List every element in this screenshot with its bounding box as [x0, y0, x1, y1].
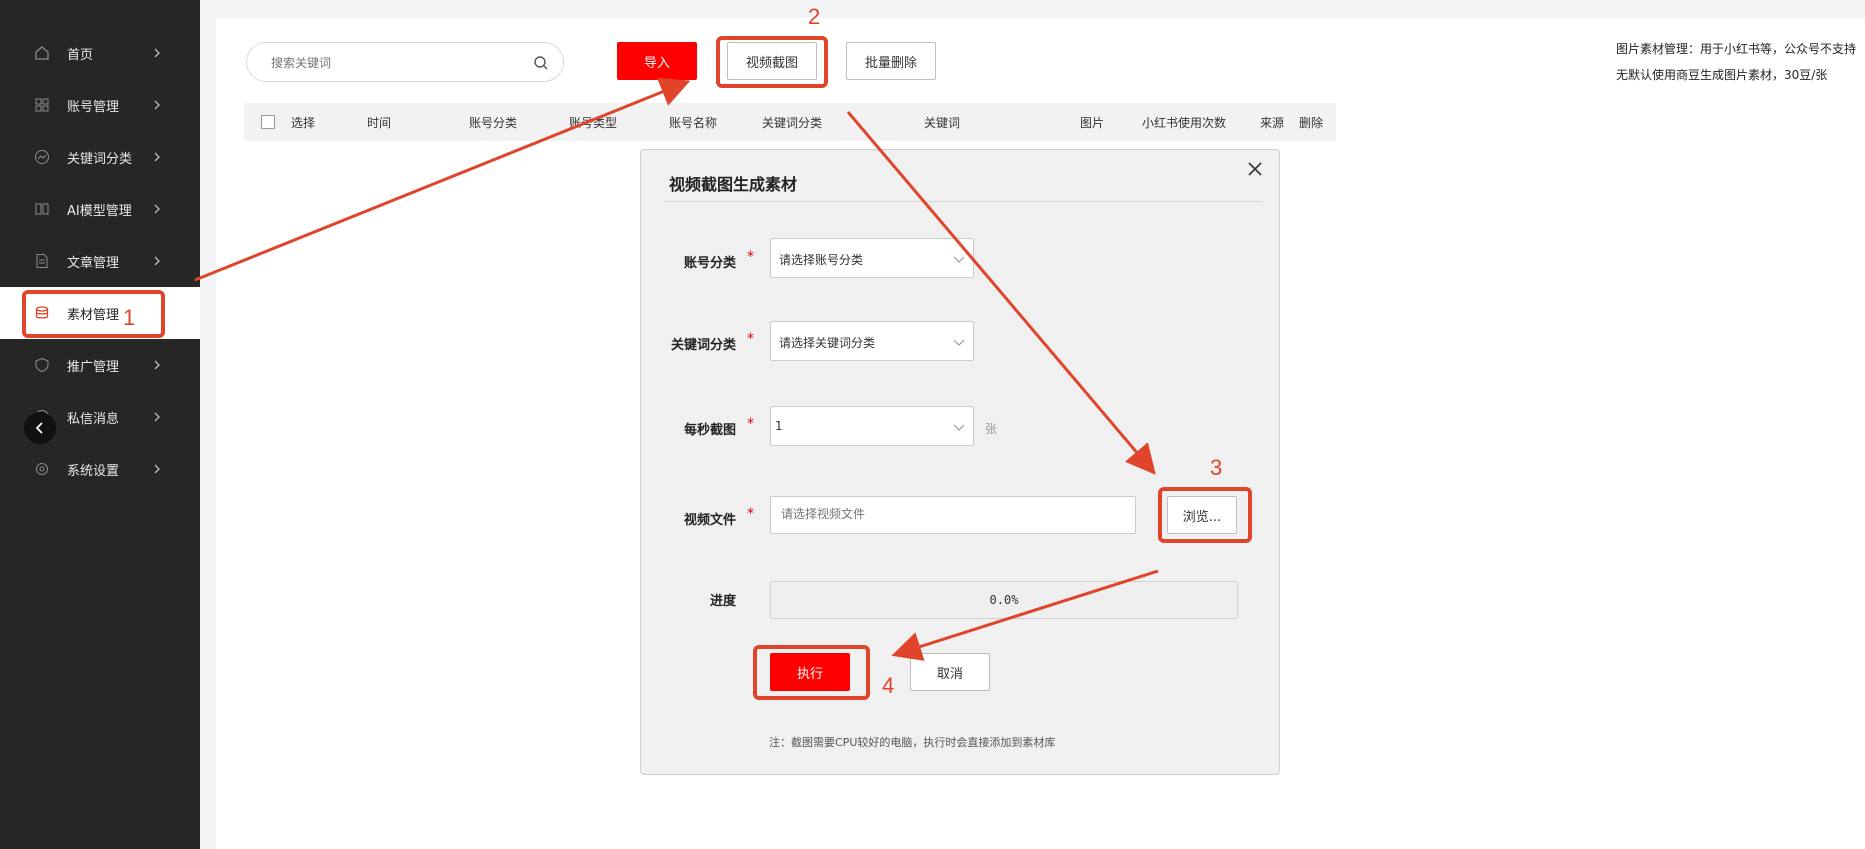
video-file-field[interactable]: [770, 496, 1136, 534]
chevron-left-icon: [35, 422, 43, 434]
account-category-label: 账号分类: [683, 256, 736, 271]
sidebar-item-accounts[interactable]: 账号管理: [0, 79, 200, 131]
dialog-note: 注：截图需要CPU较好的电脑，执行时会直接添加到素材库: [769, 736, 1056, 749]
collapse-sidebar-button[interactable]: [24, 412, 56, 444]
search-icon[interactable]: [533, 55, 549, 71]
sidebar-item-label: 系统设置: [67, 463, 120, 479]
sidebar-item-articles[interactable]: 文章管理: [0, 235, 200, 287]
search-box[interactable]: [246, 42, 564, 82]
column-header: 时间: [367, 116, 392, 130]
annotation-number-step3: 3: [1210, 455, 1223, 480]
sidebar-item-home[interactable]: 首页: [0, 27, 200, 79]
column-header: 关键词分类: [762, 116, 823, 130]
chevron-right-icon: [154, 256, 160, 266]
video-file-label: 视频文件: [683, 513, 736, 528]
annotation-box-step2: [716, 36, 828, 88]
progress-bar: 0.0%: [770, 581, 1238, 619]
document-icon: [33, 252, 51, 270]
annotation-number-step4: 4: [882, 673, 895, 698]
required-mark: *: [747, 249, 754, 265]
chevron-down-icon: [953, 339, 965, 346]
column-header: 账号名称: [669, 116, 718, 130]
chevron-right-icon: [154, 152, 160, 162]
progress-text: 0.0%: [989, 593, 1019, 607]
per-second-unit: 张: [985, 422, 998, 436]
annotation-number-step2: 2: [808, 4, 821, 29]
column-header: 小红书使用次数: [1142, 116, 1227, 130]
required-mark: *: [747, 416, 754, 432]
chevron-right-icon: [154, 360, 160, 370]
sidebar-item-promotion[interactable]: 推广管理: [0, 339, 200, 391]
chevron-right-icon: [154, 204, 160, 214]
column-header: 来源: [1260, 116, 1285, 130]
home-icon: [33, 44, 51, 62]
help-text-line1: 图片素材管理：用于小红书等，公众号不支持: [1616, 42, 1857, 56]
close-icon[interactable]: [1246, 160, 1264, 178]
sidebar-item-keyword-category[interactable]: 关键词分类: [0, 131, 200, 183]
per-second-select[interactable]: 1: [770, 406, 974, 446]
help-text-line2: 无默认使用商豆生成图片素材，30豆/张: [1616, 68, 1828, 82]
column-header: 图片: [1080, 116, 1105, 130]
sidebar-item-ai-models[interactable]: AI模型管理: [0, 183, 200, 235]
batch-delete-button[interactable]: 批量删除: [846, 42, 936, 80]
cancel-button[interactable]: 取消: [910, 653, 990, 691]
sidebar-item-label: 私信消息: [67, 411, 120, 427]
gear-icon: [33, 460, 51, 478]
search-input[interactable]: [271, 52, 521, 74]
column-header: 账号分类: [469, 116, 518, 130]
select-all-checkbox[interactable]: [261, 115, 275, 129]
book-icon: [33, 200, 51, 218]
sidebar-item-label: 文章管理: [67, 255, 120, 271]
keyword-category-select[interactable]: 请选择关键词分类: [770, 321, 974, 361]
chevron-down-icon: [953, 256, 965, 263]
import-button[interactable]: 导入: [617, 42, 697, 80]
chevron-right-icon: [154, 48, 160, 58]
chevron-right-icon: [154, 100, 160, 110]
required-mark: *: [747, 506, 754, 522]
column-header: 选择: [291, 116, 316, 130]
progress-label: 进度: [709, 594, 736, 609]
account-category-select[interactable]: 请选择账号分类: [770, 238, 974, 278]
per-second-label: 每秒截图: [683, 423, 736, 438]
trend-icon: [33, 148, 51, 166]
column-header: 账号类型: [569, 116, 618, 130]
sidebar-item-settings[interactable]: 系统设置: [0, 443, 200, 495]
annotation-number-step1: 1: [123, 305, 136, 330]
column-header: 关键词: [924, 116, 961, 130]
sidebar-item-label: 首页: [67, 47, 94, 63]
per-second-value: 1: [775, 419, 783, 433]
divider: [664, 201, 1262, 202]
account-category-value: 请选择账号分类: [779, 253, 864, 267]
shield-icon: [33, 356, 51, 374]
sidebar-item-label: 关键词分类: [67, 151, 133, 167]
keyword-category-label: 关键词分类: [670, 338, 736, 353]
sidebar: 首页 账号管理 关键词分类 AI模型管理 文章管理 素材管理 推广管理 私信消息…: [0, 0, 200, 849]
column-header: 删除: [1299, 116, 1324, 130]
table-header: 选择 时间 账号分类 账号类型 账号名称 关键词分类 关键词 图片 小红书使用次…: [244, 103, 1336, 141]
chevron-right-icon: [154, 412, 160, 422]
chevron-down-icon: [953, 424, 965, 431]
video-file-input[interactable]: [781, 507, 1111, 521]
annotation-box-step4: [753, 645, 870, 700]
annotation-box-step3: [1158, 487, 1252, 543]
keyword-category-value: 请选择关键词分类: [779, 336, 876, 350]
required-mark: *: [747, 331, 754, 347]
sidebar-item-label: 账号管理: [67, 99, 120, 115]
chevron-right-icon: [154, 464, 160, 474]
video-capture-dialog: 视频截图生成素材 账号分类 * 请选择账号分类 关键词分类 * 请选择关键词分类…: [640, 149, 1280, 775]
grid-icon: [33, 96, 51, 114]
annotation-box-step1: [22, 290, 165, 338]
sidebar-item-label: 推广管理: [67, 359, 120, 375]
dialog-title: 视频截图生成素材: [669, 175, 798, 194]
sidebar-item-label: AI模型管理: [67, 203, 132, 219]
